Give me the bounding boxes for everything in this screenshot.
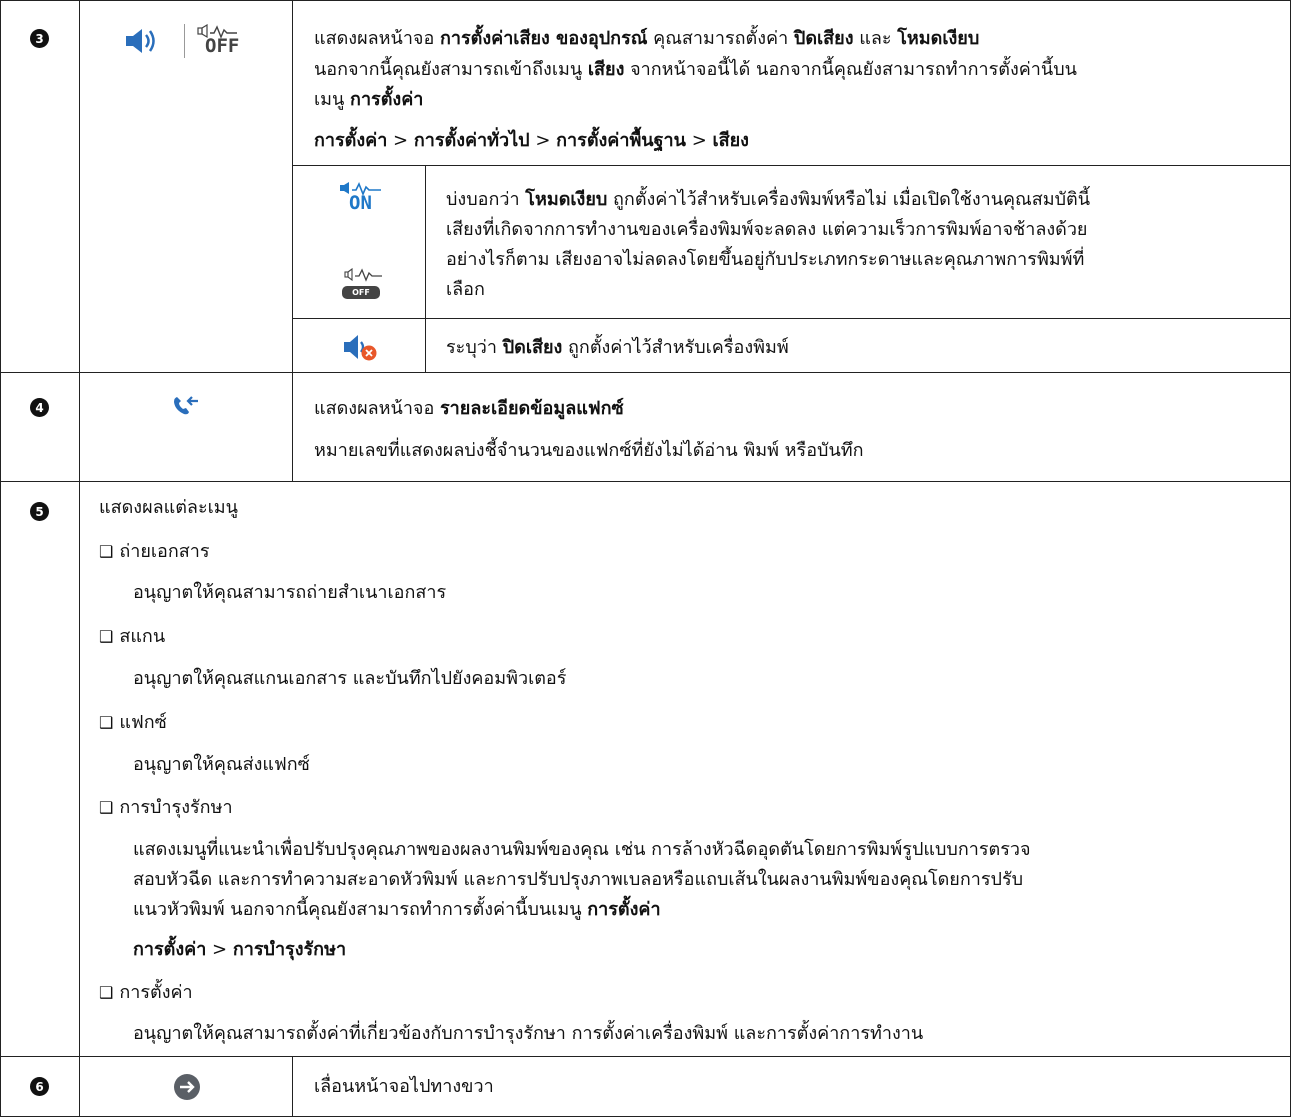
row-number-3: 3 — [30, 29, 49, 48]
row3-desc-line1: แสดงผลหน้าจอ การตั้งค่าเสียง ของอุปกรณ์ … — [314, 28, 980, 49]
arrow-right-icon — [174, 1074, 200, 1100]
quiet-desc-line3: อย่างไรก็ตาม เสียงอาจไม่ลดลงโดยขึ้นอยู่ก… — [446, 249, 1085, 270]
menu-item-fax-desc: อนุญาตให้คุณส่งแฟกซ์ — [133, 754, 310, 775]
checkbox-icon: ❑ — [99, 713, 114, 732]
maintenance-menu-path: การตั้งค่า > การบำรุงรักษา — [133, 939, 347, 960]
quiet-desc-line1: บ่งบอกว่า โหมดเงียบ ถูกตั้งค่าไว้สำหรับเ… — [446, 189, 1091, 210]
row3-desc-line2: นอกจากนี้คุณยังสามารถเข้าถึงเมนู เสียง จ… — [314, 59, 1077, 80]
maintenance-desc-line1: แสดงเมนูที่แนะนำเพื่อปรับปรุงคุณภาพของผล… — [133, 839, 1031, 860]
menu-item-scan: ❑ สแกน — [99, 626, 166, 647]
number-column-divider — [79, 0, 80, 1117]
document-table: 3 OFF แสดงผลหน้าจอ การตั้งค่าเสียง ของอุ… — [0, 0, 1291, 1117]
menu-item-copy-desc: อนุญาตให้คุณสามารถถ่ายสำเนาเอกสาร — [133, 582, 447, 603]
subtable-divider — [292, 318, 1291, 319]
quiet-mode-off-label: OFF — [205, 35, 240, 57]
row-number-4: 4 — [30, 398, 49, 417]
subtable-top — [292, 165, 1291, 166]
maintenance-desc-line2: สอบหัวฉีด และการทำความสะอาดหัวพิมพ์ และก… — [133, 869, 1024, 890]
row3-menu-path: การตั้งค่า > การตั้งค่าทั่วไป > การตั้งค… — [314, 130, 749, 151]
menu-item-fax: ❑ แฟกซ์ — [99, 712, 167, 733]
icon-column-divider-top — [292, 0, 293, 481]
checkbox-icon: ❑ — [99, 542, 114, 561]
subtable-icon-divider — [425, 165, 426, 372]
table-border-top — [0, 0, 1291, 1]
icon-column-divider-bottom — [292, 1056, 293, 1117]
checkbox-icon: ❑ — [99, 798, 114, 817]
row6-desc: เลื่อนหน้าจอไปทางขวา — [314, 1076, 494, 1097]
checkbox-icon: ❑ — [99, 983, 114, 1002]
row-number-6: 6 — [30, 1077, 49, 1096]
icon-separator — [184, 24, 185, 58]
quiet-mode-off-small-icon — [344, 268, 382, 282]
mute-desc: ระบุว่า ปิดเสียง ถูกตั้งค่าไว้สำหรับเครื… — [446, 337, 789, 358]
quiet-desc-line4: เลือก — [446, 279, 485, 300]
fax-call-icon — [174, 396, 198, 415]
speaker-volume-icon — [126, 29, 155, 53]
quiet-mode-off-badge: OFF — [342, 286, 380, 299]
mute-icon — [344, 335, 377, 361]
maintenance-desc-line3: แนวหัวพิมพ์ นอกจากนี้คุณยังสามารถทำการตั… — [133, 899, 661, 920]
quiet-desc-line2: เสียงที่เกิดจากการทำงานของเครื่องพิมพ์จะ… — [446, 219, 1088, 240]
menu-item-settings-desc: อนุญาตให้คุณสามารถตั้งค่าที่เกี่ยวข้องกั… — [133, 1023, 924, 1044]
menu-item-scan-desc: อนุญาตให้คุณสแกนเอกสาร และบันทึกไปยังคอม… — [133, 668, 567, 689]
row4-desc-line1: แสดงผลหน้าจอ รายละเอียดข้อมูลแฟกซ์ — [314, 398, 624, 419]
row3-desc-line3: เมนู การตั้งค่า — [314, 89, 424, 110]
row-divider-4-5 — [0, 481, 1291, 482]
menu-item-maintenance: ❑ การบำรุงรักษา — [99, 797, 233, 818]
row-number-5: 5 — [30, 502, 49, 521]
quiet-mode-on-label: ON — [349, 192, 372, 214]
row5-intro: แสดงผลแต่ละเมนู — [99, 497, 238, 518]
checkbox-icon: ❑ — [99, 627, 114, 646]
menu-item-copy: ❑ ถ่ายเอกสาร — [99, 541, 210, 562]
row4-desc-line2: หมายเลขที่แสดงผลบ่งชี้จำนวนของแฟกซ์ที่ยั… — [314, 440, 864, 461]
row-divider-5-6 — [0, 1056, 1291, 1057]
menu-item-settings: ❑ การตั้งค่า — [99, 982, 193, 1003]
table-border-left — [0, 0, 1, 1117]
row-divider-3-4 — [0, 372, 1291, 373]
